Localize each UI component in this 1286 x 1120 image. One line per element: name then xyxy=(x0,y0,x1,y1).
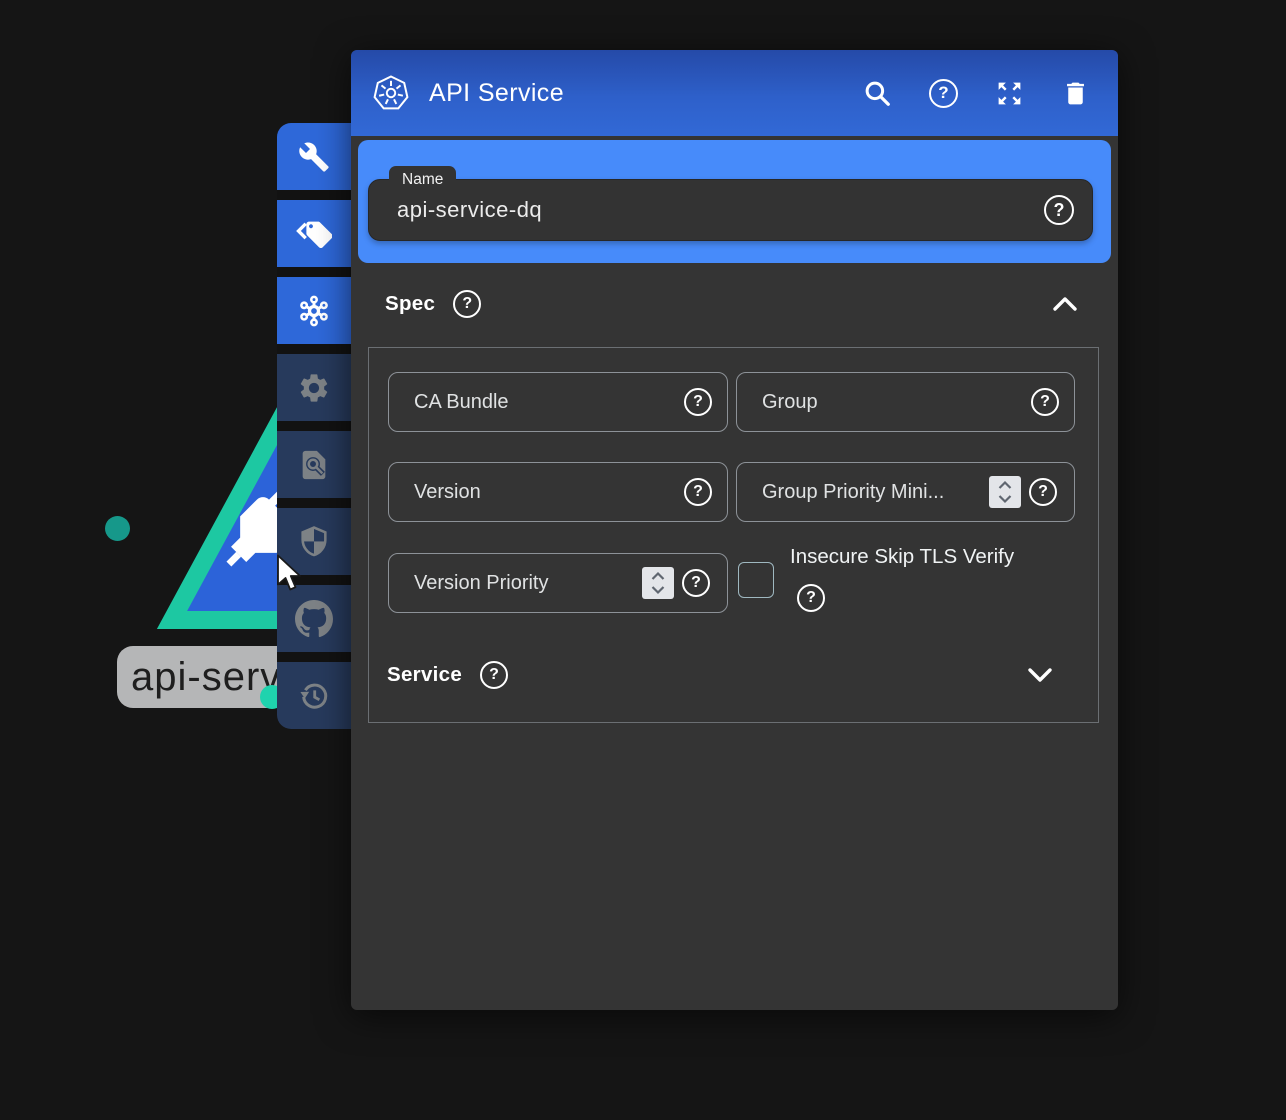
toolbar-github-button[interactable] xyxy=(277,585,351,652)
group-priority-help-button[interactable]: ? xyxy=(1029,478,1057,506)
help-button[interactable]: ? xyxy=(929,79,958,108)
group-field[interactable]: Group ? xyxy=(736,372,1075,432)
toolbar-shield-button[interactable] xyxy=(277,508,351,575)
spec-fieldset: CA Bundle ? Group ? Version ? Group Prio… xyxy=(368,347,1099,723)
service-expand-button[interactable] xyxy=(1027,667,1053,683)
version-priority-label: Version Priority xyxy=(414,572,549,595)
version-priority-stepper[interactable] xyxy=(642,567,674,599)
name-input-wrap: Name ? xyxy=(368,179,1093,241)
github-icon xyxy=(295,600,333,638)
expand-button[interactable] xyxy=(995,79,1024,108)
service-title: Service xyxy=(387,663,462,687)
node-input-port-dot[interactable] xyxy=(105,516,130,541)
expand-icon xyxy=(995,79,1024,108)
group-priority-stepper[interactable] xyxy=(989,476,1021,508)
up-down-chevrons-icon xyxy=(648,570,668,596)
properties-panel: API Service ? Name xyxy=(351,50,1118,1010)
gear-icon xyxy=(297,371,331,405)
chevron-up-icon xyxy=(1052,296,1078,312)
ca-bundle-help-button[interactable]: ? xyxy=(684,388,712,416)
panel-title: API Service xyxy=(429,79,564,108)
insecure-skip-tls-verify-help-button[interactable]: ? xyxy=(797,584,825,612)
service-help-button[interactable]: ? xyxy=(480,661,508,689)
ca-bundle-field[interactable]: CA Bundle ? xyxy=(388,372,728,432)
version-field[interactable]: Version ? xyxy=(388,462,728,522)
version-priority-field[interactable]: Version Priority ? xyxy=(388,553,728,613)
wrench-icon xyxy=(298,141,330,173)
group-label: Group xyxy=(762,391,818,414)
group-priority-minimum-field[interactable]: Group Priority Mini... ? xyxy=(736,462,1075,522)
panel-header: API Service ? xyxy=(351,50,1118,136)
insecure-skip-tls-verify-label: Insecure Skip TLS Verify xyxy=(790,545,1014,569)
help-icon: ? xyxy=(693,483,703,501)
spec-collapse-button[interactable] xyxy=(1052,296,1078,312)
name-help-button[interactable]: ? xyxy=(1044,195,1074,225)
group-help-button[interactable]: ? xyxy=(1031,388,1059,416)
toolbar-wrench-button[interactable] xyxy=(277,123,351,190)
shield-icon xyxy=(297,525,331,559)
version-label: Version xyxy=(414,481,481,504)
help-icon: ? xyxy=(1038,483,1048,501)
spec-help-button[interactable]: ? xyxy=(453,290,481,318)
document-magnifier-icon xyxy=(297,448,331,482)
help-icon: ? xyxy=(693,393,703,411)
hub-icon xyxy=(296,293,332,329)
name-input[interactable] xyxy=(369,180,1092,240)
group-priority-minimum-label: Group Priority Mini... xyxy=(762,481,944,504)
help-icon: ? xyxy=(1054,200,1065,221)
name-section: Name ? xyxy=(358,140,1111,263)
spec-title: Spec xyxy=(385,292,435,316)
ca-bundle-label: CA Bundle xyxy=(414,391,509,414)
spec-section-header: Spec ? xyxy=(385,285,1078,323)
toolbar-document-search-button[interactable] xyxy=(277,431,351,498)
toolbar-settings-button[interactable] xyxy=(277,354,351,421)
help-icon: ? xyxy=(938,83,948,103)
help-icon: ? xyxy=(462,295,472,313)
help-icon: ? xyxy=(806,589,816,607)
help-icon: ? xyxy=(489,666,499,684)
node-toolbar xyxy=(277,123,351,729)
history-icon xyxy=(297,679,331,713)
up-down-chevrons-icon xyxy=(995,479,1015,505)
tags-icon xyxy=(296,217,332,251)
chevron-down-icon xyxy=(1027,667,1053,683)
trash-icon xyxy=(1061,79,1090,108)
insecure-skip-tls-verify-checkbox[interactable] xyxy=(738,562,774,598)
version-help-button[interactable]: ? xyxy=(684,478,712,506)
delete-button[interactable] xyxy=(1061,79,1090,108)
search-icon xyxy=(862,78,892,108)
toolbar-history-button[interactable] xyxy=(277,662,351,729)
help-icon: ? xyxy=(1040,393,1050,411)
toolbar-tags-button[interactable] xyxy=(277,200,351,267)
help-icon: ? xyxy=(691,574,701,592)
service-section-header: Service ? xyxy=(387,652,1053,698)
toolbar-hub-button[interactable] xyxy=(277,277,351,344)
search-button[interactable] xyxy=(862,78,892,108)
version-priority-help-button[interactable]: ? xyxy=(682,569,710,597)
kubernetes-logo-icon xyxy=(371,73,411,113)
